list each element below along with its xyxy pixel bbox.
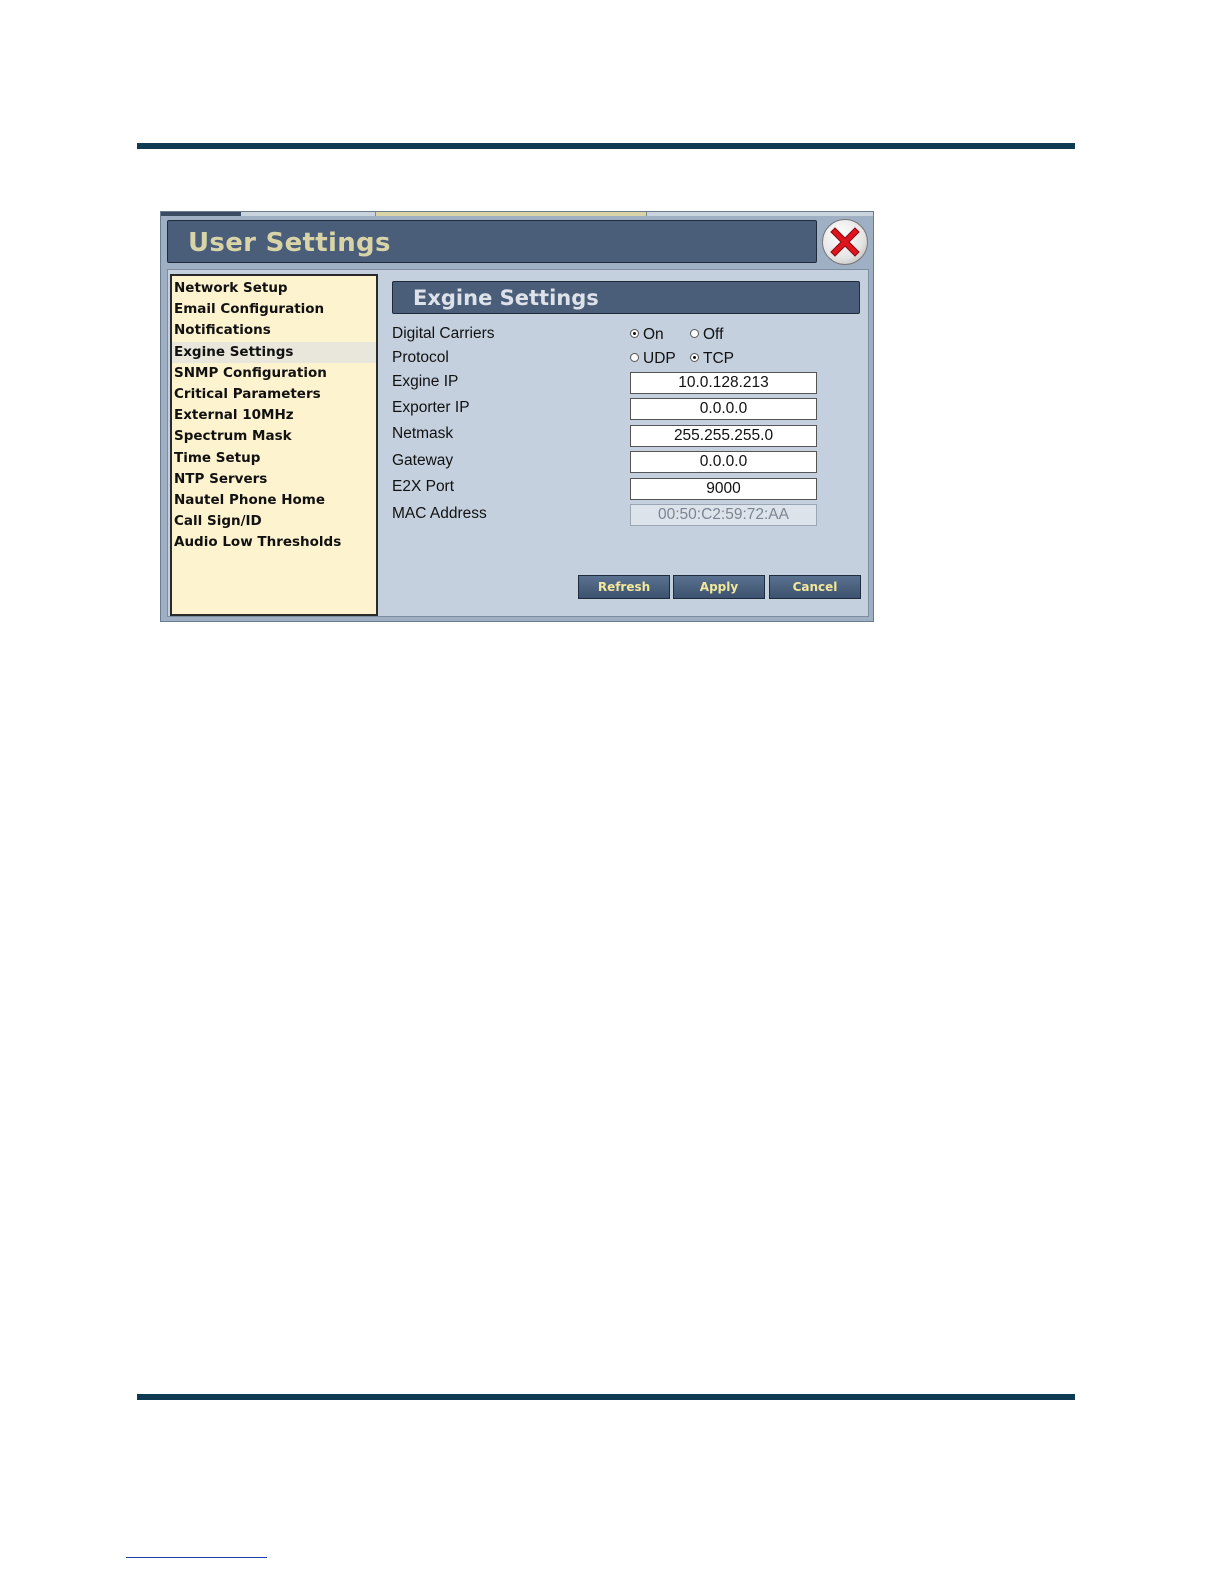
protocol-tcp-radio[interactable]: TCP bbox=[690, 350, 734, 368]
exgine-ip-input[interactable] bbox=[630, 372, 817, 394]
settings-content: Exgine Settings Digital Carriers On Off … bbox=[390, 270, 868, 616]
e2x-port-input[interactable] bbox=[630, 478, 817, 500]
netmask-label: Netmask bbox=[392, 425, 454, 442]
e2x-port-label: E2X Port bbox=[392, 478, 455, 495]
exporter-ip-label: Exporter IP bbox=[392, 399, 470, 416]
cancel-button[interactable]: Cancel bbox=[769, 575, 861, 599]
sidebar-item-call-sign-id[interactable]: Call Sign/ID bbox=[172, 511, 376, 532]
window-top-strip bbox=[161, 212, 873, 216]
section-title-bar: Exgine Settings bbox=[392, 281, 860, 314]
sidebar-item-spectrum-mask[interactable]: Spectrum Mask bbox=[172, 426, 376, 447]
apply-button[interactable]: Apply bbox=[673, 575, 765, 599]
page-footer-rule bbox=[137, 1394, 1075, 1400]
close-icon bbox=[830, 227, 860, 257]
sidebar-item-network-setup[interactable]: Network Setup bbox=[172, 278, 376, 299]
sidebar-item-notifications[interactable]: Notifications bbox=[172, 320, 376, 341]
radio-label: UDP bbox=[643, 350, 676, 367]
mac-address-field bbox=[630, 504, 817, 526]
settings-main-area: Network Setup Email Configuration Notifi… bbox=[167, 269, 869, 617]
sidebar-item-critical-parameters[interactable]: Critical Parameters bbox=[172, 384, 376, 405]
digital-carriers-off-radio[interactable]: Off bbox=[690, 326, 723, 344]
netmask-input[interactable] bbox=[630, 425, 817, 447]
sidebar-item-ntp-servers[interactable]: NTP Servers bbox=[172, 469, 376, 490]
sidebar-item-audio-low-thresholds[interactable]: Audio Low Thresholds bbox=[172, 532, 376, 553]
protocol-label: Protocol bbox=[392, 349, 449, 366]
window-title-bar: User Settings bbox=[167, 220, 817, 263]
sidebar-item-nautel-phone-home[interactable]: Nautel Phone Home bbox=[172, 490, 376, 511]
sidebar-item-snmp-configuration[interactable]: SNMP Configuration bbox=[172, 363, 376, 384]
protocol-udp-radio[interactable]: UDP bbox=[630, 350, 676, 368]
radio-selected-icon bbox=[690, 353, 699, 362]
radio-label: On bbox=[643, 326, 664, 343]
sidebar-item-email-configuration[interactable]: Email Configuration bbox=[172, 299, 376, 320]
top-strip-field bbox=[375, 212, 647, 216]
radio-label: Off bbox=[703, 326, 724, 343]
top-strip-tab bbox=[161, 212, 241, 216]
settings-sidebar: Network Setup Email Configuration Notifi… bbox=[170, 274, 378, 616]
mac-address-label: MAC Address bbox=[392, 505, 487, 522]
section-title: Exgine Settings bbox=[413, 286, 599, 310]
radio-unselected-icon bbox=[630, 353, 639, 362]
window-title: User Settings bbox=[188, 228, 391, 258]
page-header-rule bbox=[137, 143, 1075, 149]
close-button[interactable] bbox=[822, 219, 868, 265]
sidebar-item-exgine-settings[interactable]: Exgine Settings bbox=[172, 341, 376, 363]
radio-unselected-icon bbox=[690, 329, 699, 338]
exgine-ip-label: Exgine IP bbox=[392, 373, 459, 390]
digital-carriers-on-radio[interactable]: On bbox=[630, 326, 664, 344]
user-settings-screenshot: User Settings Network Setup Email Config… bbox=[160, 211, 874, 622]
radio-label: TCP bbox=[703, 350, 734, 367]
sidebar-item-external-10mhz[interactable]: External 10MHz bbox=[172, 405, 376, 426]
radio-selected-icon bbox=[630, 329, 639, 338]
refresh-button[interactable]: Refresh bbox=[578, 575, 670, 599]
sidebar-item-time-setup[interactable]: Time Setup bbox=[172, 448, 376, 469]
gateway-label: Gateway bbox=[392, 452, 454, 469]
footer-link-underline bbox=[126, 1557, 267, 1558]
digital-carriers-label: Digital Carriers bbox=[392, 325, 495, 342]
gateway-input[interactable] bbox=[630, 451, 817, 473]
exporter-ip-input[interactable] bbox=[630, 398, 817, 420]
